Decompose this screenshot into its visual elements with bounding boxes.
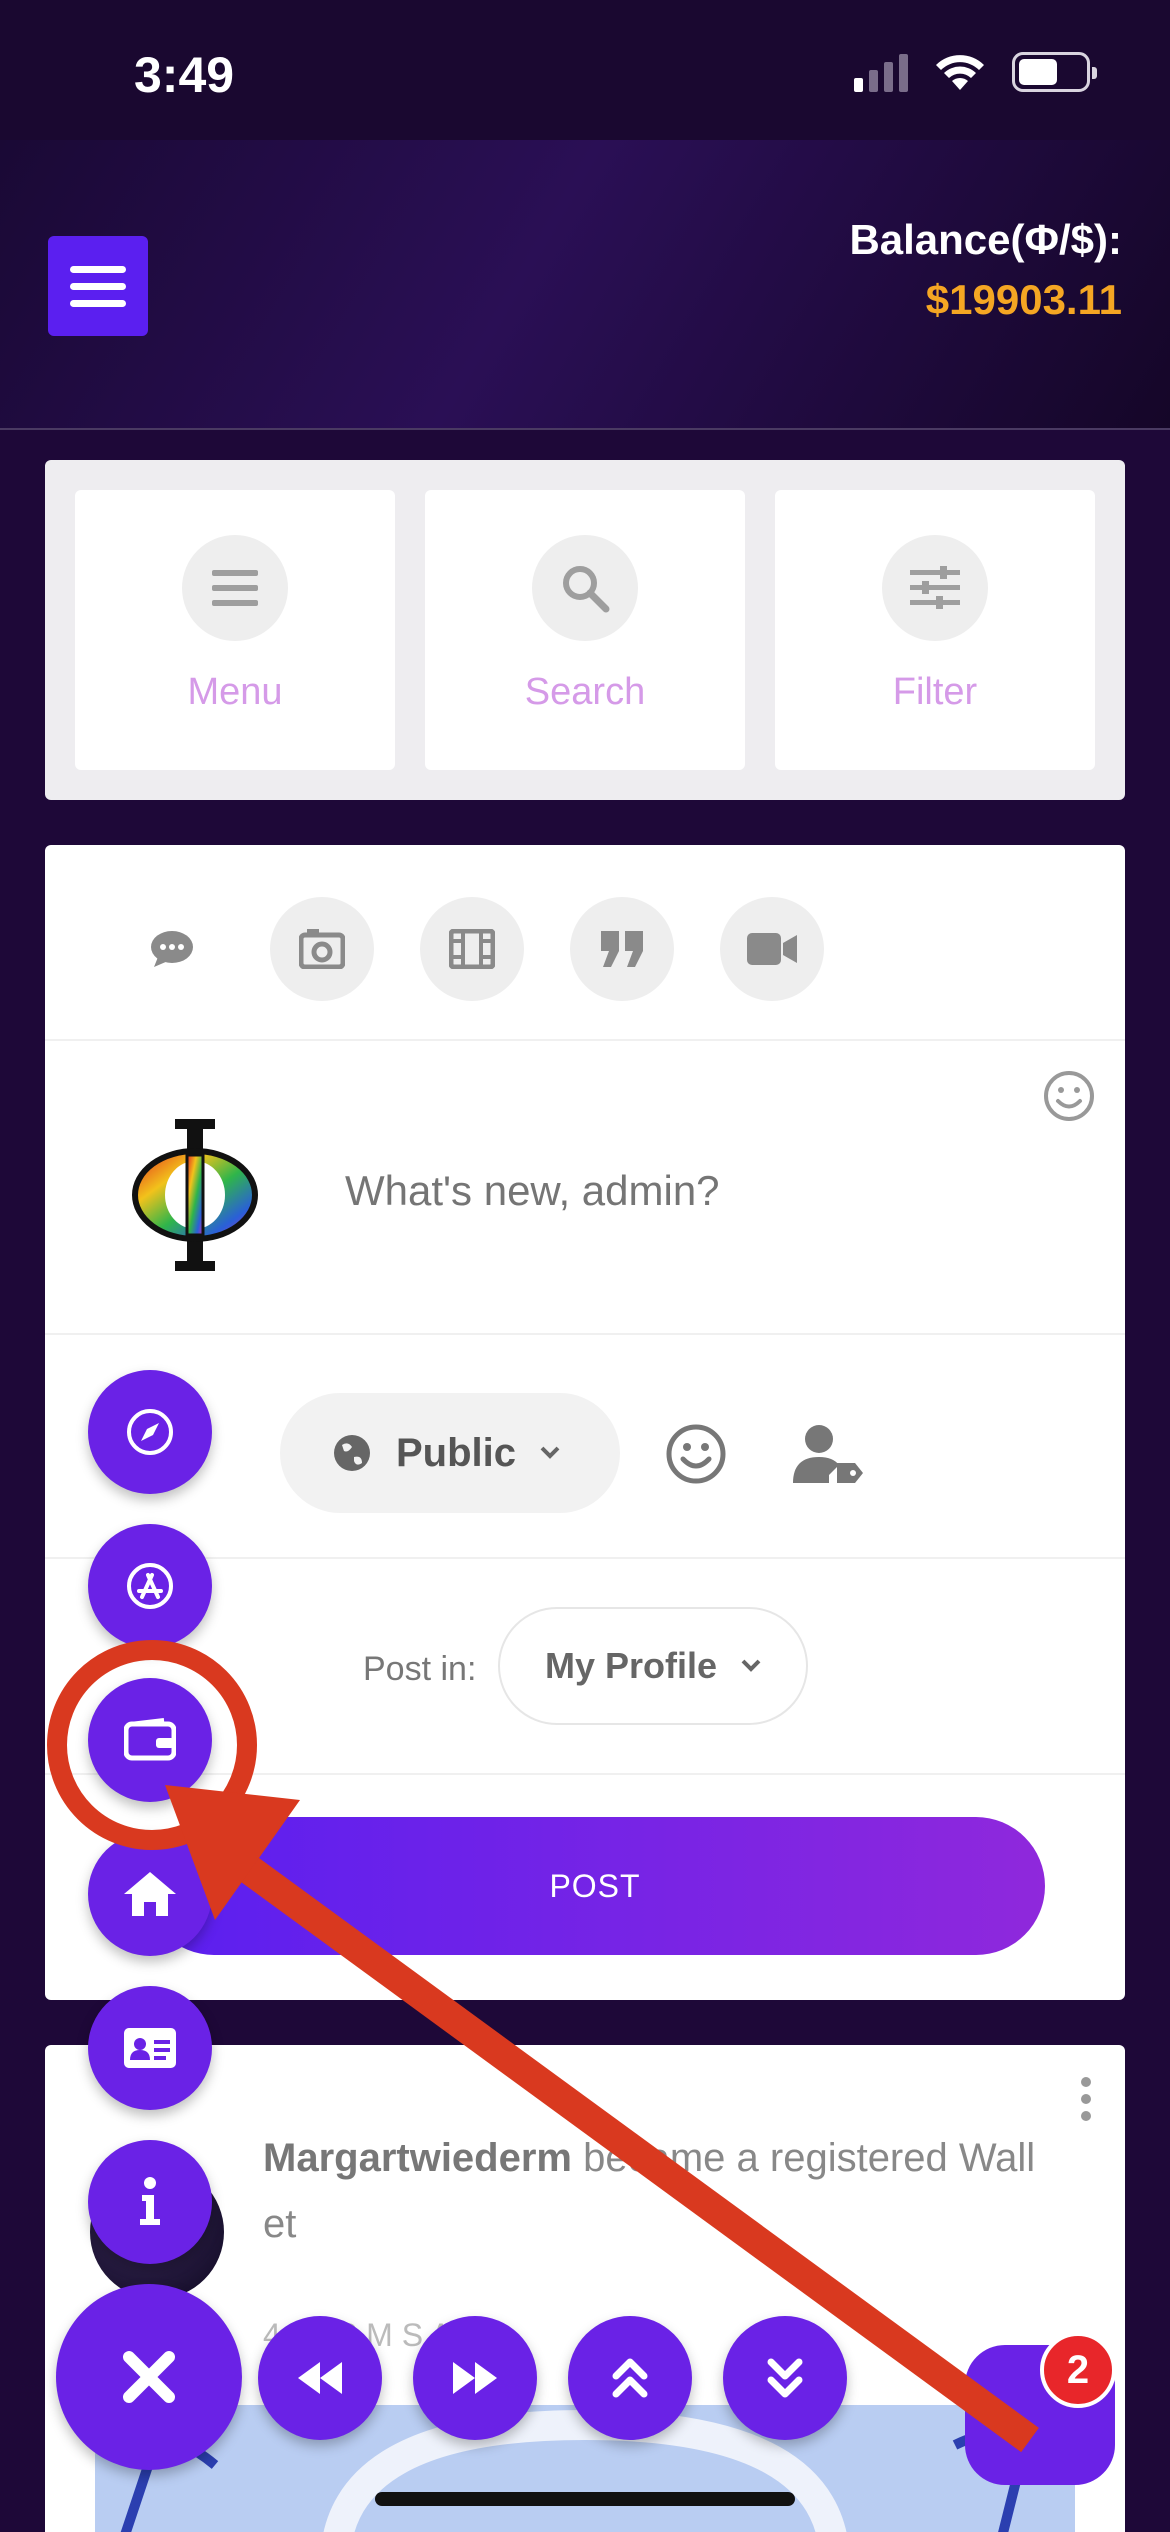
app-store-icon xyxy=(127,1563,173,1609)
activity-user-name[interactable]: Margartwiederm xyxy=(263,2136,572,2180)
chevron-down-icon xyxy=(540,1446,560,1459)
quick-action-filter[interactable]: Filter xyxy=(775,490,1095,770)
compass-icon xyxy=(127,1409,173,1455)
post-type-quote-button[interactable] xyxy=(570,897,674,1001)
rewind-icon xyxy=(298,2362,342,2394)
home-indicator xyxy=(375,2492,795,2506)
wallet-icon xyxy=(124,1718,176,1761)
list-icon xyxy=(182,535,288,641)
hamburger-menu-button[interactable] xyxy=(48,236,148,336)
divider xyxy=(45,1557,1125,1559)
video-camera-icon xyxy=(747,933,797,965)
double-chevron-down-icon xyxy=(767,2358,803,2398)
phi-logo-icon xyxy=(132,1119,258,1271)
battery-icon xyxy=(1012,52,1097,92)
post-type-live-button[interactable] xyxy=(720,897,824,1001)
app-header: Balance(Φ/$): $19903.11 xyxy=(0,140,1170,430)
close-icon xyxy=(123,2351,175,2403)
film-icon xyxy=(449,929,495,969)
compass-button[interactable] xyxy=(88,1370,212,1494)
privacy-select[interactable]: Public xyxy=(280,1393,620,1513)
search-icon xyxy=(532,535,638,641)
app-store-button[interactable] xyxy=(88,1524,212,1648)
post-type-photo-button[interactable] xyxy=(270,897,374,1001)
rewind-button[interactable] xyxy=(258,2316,382,2440)
post-text-input[interactable] xyxy=(345,1167,1065,1215)
close-fab-button[interactable] xyxy=(56,2284,242,2470)
profile-card-button[interactable] xyxy=(88,1986,212,2110)
divider xyxy=(45,1333,1125,1335)
post-button[interactable]: POST xyxy=(145,1817,1045,1955)
id-card-icon xyxy=(124,2028,176,2068)
status-icons xyxy=(854,52,1097,92)
emoji-icon[interactable] xyxy=(665,1423,727,1485)
palm-illustration xyxy=(95,2405,1075,2532)
status-time: 3:49 xyxy=(134,47,235,103)
post-type-video-button[interactable] xyxy=(420,897,524,1001)
chat-bubble-icon xyxy=(151,931,193,967)
photo-icon xyxy=(299,929,345,969)
post-in-value: My Profile xyxy=(544,1645,718,1686)
balance-label: Balance(Φ/$): xyxy=(849,216,1122,263)
double-chevron-up-icon xyxy=(612,2358,648,2398)
fast-forward-icon xyxy=(453,2362,497,2394)
quick-action-label: Search xyxy=(524,671,646,713)
post-type-status-button[interactable] xyxy=(120,897,224,1001)
smiley-icon[interactable] xyxy=(1043,1070,1095,1122)
quick-action-label: Filter xyxy=(892,671,978,713)
wifi-icon xyxy=(936,55,984,90)
quick-action-menu[interactable]: Menu xyxy=(75,490,395,770)
globe-icon xyxy=(334,1435,370,1471)
activity-image[interactable] xyxy=(95,2405,1075,2532)
info-icon xyxy=(140,2177,160,2225)
post-in-label: Post in: xyxy=(363,1650,477,1688)
privacy-label: Public xyxy=(396,1430,517,1475)
home-icon xyxy=(124,1872,176,1916)
quick-action-label: Menu xyxy=(187,671,283,713)
quote-icon xyxy=(601,931,643,967)
activity-card: Margartwiederm became a registered Wall … xyxy=(45,2045,1125,2532)
quick-actions-card: Menu Search Filter xyxy=(45,460,1125,800)
info-button[interactable] xyxy=(88,2140,212,2264)
fast-forward-button[interactable] xyxy=(413,2316,537,2440)
chat-unread-badge: 2 xyxy=(1040,2332,1116,2408)
activity-text: Margartwiederm became a registered Wall … xyxy=(263,2125,1063,2257)
chevron-down-icon xyxy=(741,1659,761,1672)
status-bar: 3:49 xyxy=(0,0,1170,140)
divider xyxy=(45,1773,1125,1775)
cellular-signal-icon xyxy=(854,52,908,92)
scroll-top-button[interactable] xyxy=(568,2316,692,2440)
user-avatar xyxy=(125,1115,265,1275)
wallet-button[interactable] xyxy=(88,1678,212,1802)
more-options-icon[interactable] xyxy=(1081,2077,1091,2121)
quick-action-search[interactable]: Search xyxy=(425,490,745,770)
scroll-bottom-button[interactable] xyxy=(723,2316,847,2440)
balance-value: $19903.11 xyxy=(925,276,1122,323)
post-type-row xyxy=(45,845,1125,1041)
sliders-icon xyxy=(882,535,988,641)
home-button[interactable] xyxy=(88,1832,212,1956)
post-in-select[interactable]: My Profile xyxy=(498,1607,808,1725)
tag-user-icon[interactable] xyxy=(793,1423,863,1485)
